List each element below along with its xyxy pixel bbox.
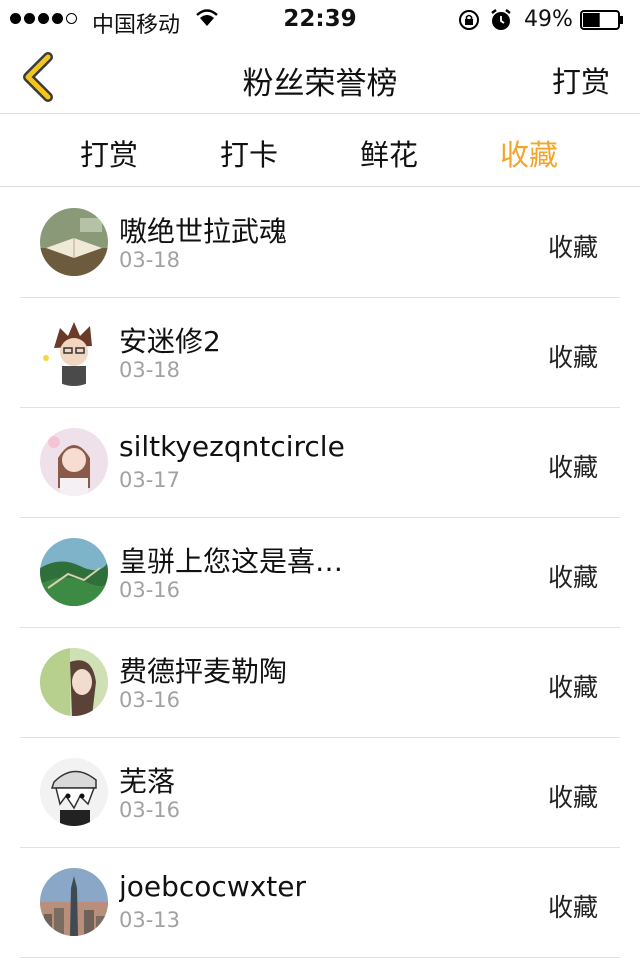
item-date: 03-16: [119, 578, 181, 602]
user-name: siltkyezqntcircle: [119, 430, 345, 463]
list-item[interactable]: 皇骈上您这是喜… 03-16 收藏: [0, 518, 640, 628]
status-bar: 中国移动 22:39 49%: [0, 0, 640, 40]
page-title: 粉丝荣誉榜: [242, 66, 398, 102]
item-date: 03-16: [119, 798, 181, 822]
avatar: [40, 648, 108, 716]
tab-reward[interactable]: 打赏: [39, 132, 179, 174]
rotation-lock-icon: [458, 9, 480, 35]
item-date: 03-18: [119, 358, 181, 382]
avatar: [40, 318, 108, 386]
item-date: 03-17: [119, 468, 181, 492]
item-action-label: 收藏: [547, 233, 598, 262]
item-date: 03-16: [119, 688, 181, 712]
user-name: 安迷修2: [119, 325, 221, 358]
user-name: 皇骈上您这是喜…: [119, 545, 344, 578]
avatar: [40, 208, 108, 276]
list-item[interactable]: 芜落 03-16 收藏: [0, 738, 640, 848]
list-item[interactable]: siltkyezqntcircle 03-17 收藏: [0, 408, 640, 518]
tab-flowers[interactable]: 鲜花: [319, 132, 459, 174]
list-item[interactable]: 安迷修2 03-18 收藏: [0, 298, 640, 408]
avatar: [40, 758, 108, 826]
battery-icon: [580, 10, 624, 30]
reward-button[interactable]: 打赏: [552, 59, 610, 101]
item-action-label: 收藏: [547, 783, 598, 812]
item-date: 03-18: [119, 248, 181, 272]
item-action-label: 收藏: [547, 343, 598, 372]
item-action-label: 收藏: [547, 453, 598, 482]
tab-favorites[interactable]: 收藏: [459, 132, 599, 174]
list-item[interactable]: 费德抨麦勒陶 03-16 收藏: [0, 628, 640, 738]
user-name: joebcocwxter: [119, 870, 307, 903]
navigation-bar: 粉丝荣誉榜 打赏: [0, 40, 640, 114]
avatar: [40, 868, 108, 936]
tab-bar: 打赏 打卡 鲜花 收藏: [0, 114, 640, 187]
user-name: 芜落: [119, 765, 176, 798]
list-item[interactable]: 嗷绝世拉武魂 03-18 收藏: [0, 188, 640, 298]
item-action-label: 收藏: [547, 563, 598, 592]
avatar: [40, 538, 108, 606]
fan-list: 嗷绝世拉武魂 03-18 收藏 安迷修2 03-18 收藏 siltkyezqn…: [0, 188, 640, 958]
user-name: 费德抨麦勒陶: [119, 655, 288, 688]
user-name: 嗷绝世拉武魂: [119, 215, 288, 248]
avatar: [40, 428, 108, 496]
item-date: 03-13: [119, 908, 181, 932]
battery-percentage: 49%: [524, 7, 573, 32]
divider: [20, 957, 620, 958]
item-action-label: 收藏: [547, 673, 598, 702]
tab-checkin[interactable]: 打卡: [179, 132, 319, 174]
list-item[interactable]: joebcocwxter 03-13 收藏: [0, 848, 640, 958]
item-action-label: 收藏: [547, 893, 598, 922]
alarm-icon: [490, 8, 512, 36]
